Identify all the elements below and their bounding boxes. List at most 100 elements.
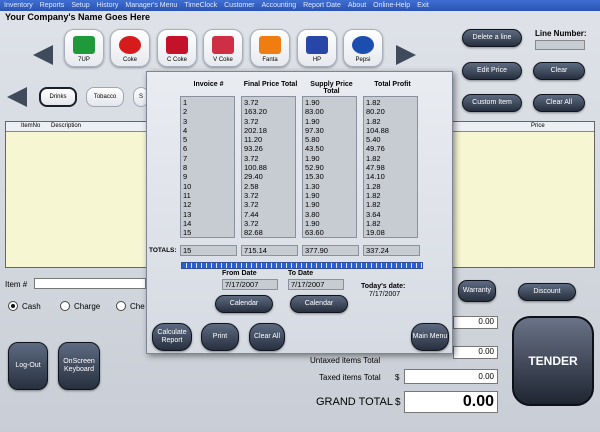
cell: 97.30 bbox=[305, 125, 324, 135]
progress-bar bbox=[181, 262, 423, 269]
category-drinks[interactable]: Drinks bbox=[39, 87, 77, 107]
untaxed-total-label: Untaxed items Total bbox=[310, 356, 381, 365]
column-description: Description bbox=[51, 123, 82, 129]
scroll-right-arrow-icon[interactable] bbox=[396, 45, 416, 65]
payment-cash-radio[interactable]: Cash bbox=[8, 301, 41, 311]
cell: 47.98 bbox=[366, 163, 385, 173]
menu-inventory[interactable]: Inventory bbox=[4, 2, 33, 9]
payment-charge-radio[interactable]: Charge bbox=[60, 301, 100, 311]
product-button[interactable]: Pepsi bbox=[343, 29, 383, 67]
cell: 14 bbox=[183, 218, 192, 228]
discount-button[interactable]: Discount bbox=[518, 283, 576, 301]
item-number-label: Item # bbox=[5, 280, 28, 289]
menu-report-date[interactable]: Report Date bbox=[303, 2, 341, 9]
cell: 43.50 bbox=[305, 144, 324, 154]
calculate-report-button[interactable]: Calculate Report bbox=[152, 323, 192, 351]
menu-online-help[interactable]: Online-Help bbox=[373, 2, 410, 9]
line-number-input[interactable] bbox=[535, 40, 585, 50]
clear-button[interactable]: Clear bbox=[533, 62, 585, 80]
cell: 93.26 bbox=[244, 144, 263, 154]
scroll-left-arrow-icon[interactable] bbox=[33, 45, 53, 65]
warranty-button[interactable]: Warranty bbox=[458, 280, 496, 302]
payment-charge-label: Charge bbox=[74, 301, 101, 311]
column-itemno: ItemNo bbox=[21, 123, 41, 129]
print-button[interactable]: Print bbox=[201, 323, 239, 351]
untaxed-total-value: 0.00 bbox=[453, 346, 498, 359]
total-invoices: 15 bbox=[180, 245, 237, 256]
product-button[interactable]: Fanta bbox=[250, 29, 290, 67]
main-menu-button[interactable]: Main Menu bbox=[411, 323, 449, 351]
radio-checked-icon bbox=[8, 301, 18, 311]
cell: 1.30 bbox=[305, 181, 320, 191]
product-button[interactable]: V Coke bbox=[203, 29, 243, 67]
logout-button[interactable]: Log-Out bbox=[8, 342, 48, 390]
product-label: Fanta bbox=[262, 57, 278, 63]
payment-check-label: Che bbox=[130, 301, 145, 311]
product-logo-icon bbox=[166, 36, 188, 54]
payment-cash-label: Cash bbox=[22, 301, 41, 311]
cell: 11 bbox=[183, 190, 191, 200]
product-button[interactable]: C Coke bbox=[157, 29, 197, 67]
subtotal-value: 0.00 bbox=[453, 316, 498, 329]
cell: 19.08 bbox=[366, 228, 385, 238]
menu-about[interactable]: About bbox=[348, 2, 366, 9]
cell: 15 bbox=[183, 228, 192, 238]
menu-managers[interactable]: Manager's Menu bbox=[125, 2, 177, 9]
category-left-arrow-icon[interactable] bbox=[7, 87, 27, 107]
cell: 8 bbox=[183, 163, 188, 173]
cell: 3.72 bbox=[244, 200, 259, 210]
to-date-field[interactable]: 7/17/2007 bbox=[288, 279, 344, 290]
grand-total-value: 0.00 bbox=[404, 391, 498, 413]
cell: 1.90 bbox=[305, 98, 320, 107]
cell: 63.60 bbox=[305, 228, 324, 238]
to-calendar-button[interactable]: Calendar bbox=[290, 295, 348, 313]
cell: 1.82 bbox=[366, 153, 381, 163]
menu-reports[interactable]: Reports bbox=[40, 2, 65, 9]
delete-line-button[interactable]: Delete a line bbox=[462, 29, 522, 47]
cell: 80.20 bbox=[366, 107, 385, 117]
product-label: HP bbox=[312, 57, 322, 63]
header-final-price: Final Price Total bbox=[243, 81, 298, 88]
tender-button[interactable]: TENDER bbox=[512, 316, 594, 406]
menu-accounting[interactable]: Accounting bbox=[261, 2, 296, 9]
cell: 1.90 bbox=[305, 116, 320, 126]
cell: 7 bbox=[183, 153, 188, 163]
cell: 1.82 bbox=[366, 200, 381, 210]
line-number-label: Line Number: bbox=[535, 29, 587, 38]
menu-history[interactable]: History bbox=[97, 2, 119, 9]
category-tobacco[interactable]: Tobacco bbox=[86, 87, 124, 107]
cell: 3.72 bbox=[244, 190, 259, 200]
onscreen-keyboard-button[interactable]: OnScreen Keyboard bbox=[58, 342, 100, 390]
taxed-total-value: 0.00 bbox=[404, 369, 498, 384]
edit-price-button[interactable]: Edit Price bbox=[462, 62, 522, 80]
cell: 3.64 bbox=[366, 209, 381, 219]
menu-exit[interactable]: Exit bbox=[417, 2, 429, 9]
product-button[interactable]: HP bbox=[297, 29, 337, 67]
total-final-price: 715.14 bbox=[241, 245, 298, 256]
cell: 12 bbox=[183, 200, 192, 210]
from-date-field[interactable]: 7/17/2007 bbox=[222, 279, 278, 290]
cell: 15.30 bbox=[305, 172, 324, 182]
cell: 13 bbox=[183, 209, 192, 219]
product-button[interactable]: 7UP bbox=[64, 29, 104, 67]
from-calendar-button[interactable]: Calendar bbox=[215, 295, 273, 313]
product-button[interactable]: Coke bbox=[110, 29, 150, 67]
menu-setup[interactable]: Setup bbox=[71, 2, 89, 9]
menu-customer[interactable]: Customer bbox=[224, 2, 254, 9]
product-label: Coke bbox=[122, 57, 137, 63]
header-profit: Total Profit bbox=[374, 81, 411, 88]
cell: 3.72 bbox=[244, 116, 259, 126]
report-clear-all-button[interactable]: Clear All bbox=[249, 323, 285, 351]
radio-unchecked-icon bbox=[116, 301, 126, 311]
menu-timeclock[interactable]: TimeClock bbox=[184, 2, 217, 9]
clear-all-button[interactable]: Clear All bbox=[533, 94, 585, 112]
payment-check-radio[interactable]: Che bbox=[116, 301, 145, 311]
cell: 1.90 bbox=[305, 200, 320, 210]
custom-item-button[interactable]: Custom Item bbox=[462, 94, 522, 112]
menu-bar: Inventory Reports Setup History Manager'… bbox=[0, 0, 600, 11]
cell: 14.10 bbox=[366, 172, 385, 182]
product-label: C Coke bbox=[166, 57, 187, 63]
cell: 1 bbox=[183, 98, 188, 107]
item-number-input[interactable] bbox=[34, 278, 146, 289]
cell: 9 bbox=[183, 172, 188, 182]
